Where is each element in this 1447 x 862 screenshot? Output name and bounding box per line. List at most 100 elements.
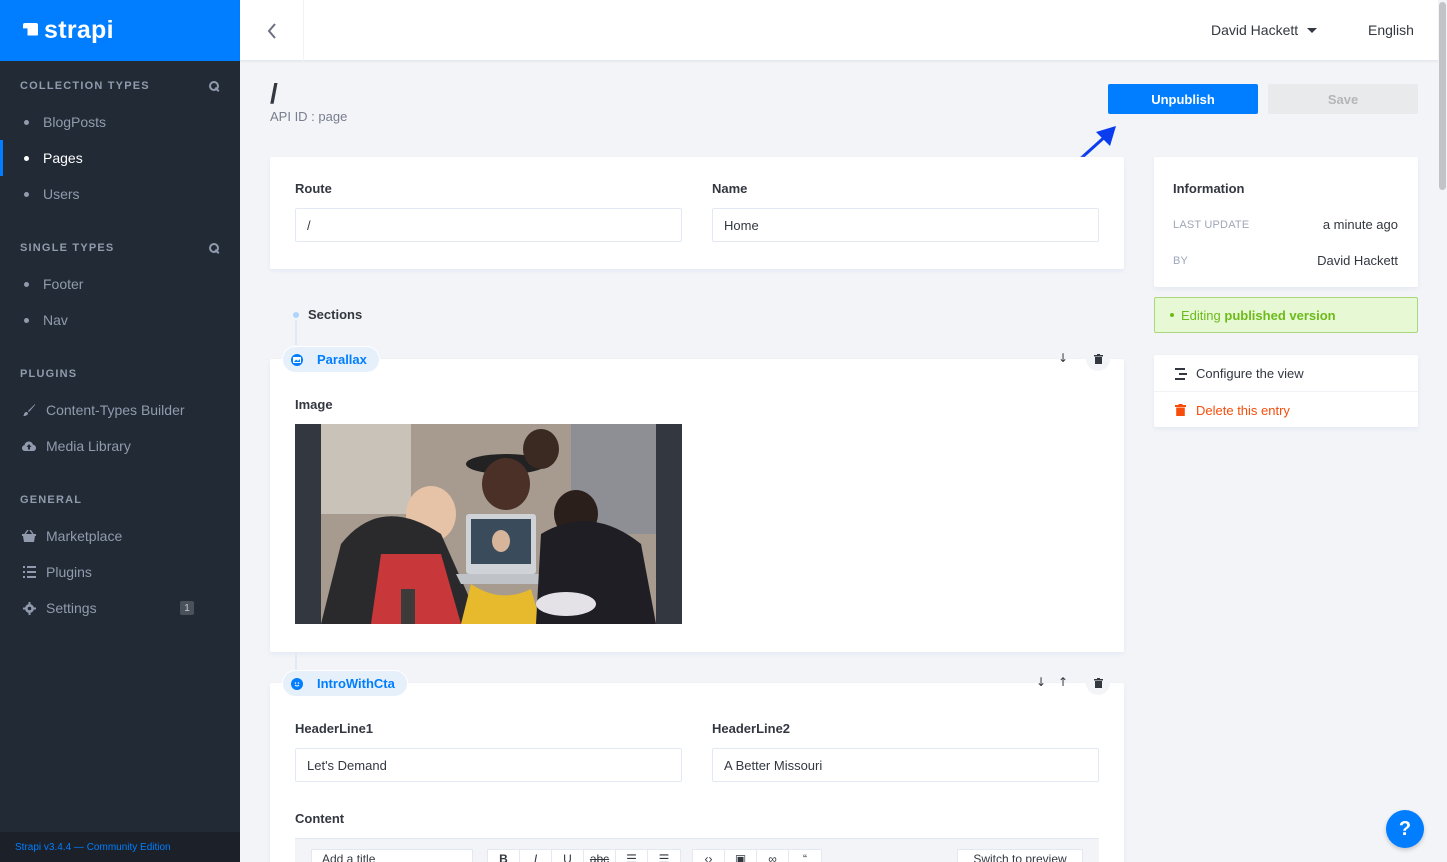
image-preview[interactable] [295, 424, 682, 624]
by-row: BY David Hackett [1173, 253, 1398, 268]
header-line2-label: HeaderLine2 [712, 721, 791, 736]
paintbrush-icon [22, 403, 36, 417]
unpublish-button[interactable]: Unpublish [1108, 84, 1258, 114]
image-icon [291, 353, 303, 366]
last-update-key: LAST UPDATE [1173, 219, 1250, 231]
sidebar-item-plugins[interactable]: Plugins [0, 554, 240, 590]
sections-dot [293, 312, 299, 318]
numbered-list-icon: ☰ [658, 852, 670, 862]
strapi-logo-icon [20, 21, 40, 41]
bold-button[interactable]: B [488, 850, 520, 862]
sidebar-item-settings[interactable]: Settings 1 [0, 590, 240, 626]
sidebar-item-label: Footer [43, 276, 84, 292]
image-button[interactable]: ▣ [725, 850, 757, 862]
sidebar-item-users[interactable]: Users [0, 176, 240, 212]
sidebar-item-nav[interactable]: Nav [0, 302, 240, 338]
heading-select[interactable]: Add a title [311, 849, 473, 862]
name-input[interactable]: Home [712, 208, 1099, 242]
move-down-icon[interactable]: ↓ [1036, 675, 1046, 689]
link-icon: ∞ [768, 852, 777, 862]
code-button[interactable]: ‹› [693, 850, 725, 862]
configure-view-link[interactable]: Configure the view [1154, 356, 1418, 392]
image-label: Image [295, 397, 333, 412]
general-heading: GENERAL [0, 493, 240, 507]
delete-entry-label: Delete this entry [1196, 402, 1290, 418]
status-badge: Editing published version [1154, 297, 1418, 333]
intro-component-toggle[interactable]: IntroWithCta [282, 670, 408, 697]
timeline-line [295, 320, 297, 345]
collection-types-heading: COLLECTION TYPES [0, 79, 240, 93]
collection-types-title: COLLECTION TYPES [20, 80, 150, 92]
component-name: IntroWithCta [317, 676, 395, 691]
scrollbar-track[interactable] [1438, 0, 1447, 862]
sidebar-item-media-library[interactable]: Media Library [0, 428, 240, 464]
parallax-component-toggle[interactable]: Parallax [282, 346, 380, 373]
quote-button[interactable]: “ [789, 850, 821, 862]
bullet-icon [24, 191, 29, 197]
header-line2-input[interactable]: A Better Missouri [712, 748, 1099, 782]
sidebar: strapi COLLECTION TYPES BlogPosts Pages … [0, 0, 240, 862]
sidebar-item-label: Content-Types Builder [46, 402, 185, 418]
bullet-icon [24, 119, 29, 125]
route-input[interactable]: / [295, 208, 682, 242]
insert-group: ‹› ▣ ∞ “ [692, 849, 822, 862]
search-icon[interactable] [209, 80, 220, 92]
search-icon[interactable] [209, 242, 220, 254]
shopping-basket-icon [22, 529, 36, 543]
move-down-icon[interactable]: ↓ [1058, 351, 1068, 365]
strikethrough-button[interactable]: abc [584, 850, 616, 862]
by-value: David Hackett [1317, 253, 1398, 268]
underline-button[interactable]: U [552, 850, 584, 862]
trash-icon [1093, 678, 1103, 688]
save-button[interactable]: Save [1268, 84, 1418, 114]
information-title: Information [1173, 181, 1245, 196]
help-button[interactable]: ? [1386, 810, 1424, 848]
gear-icon [22, 601, 36, 615]
plugins-heading: PLUGINS [0, 367, 240, 381]
last-update-row: LAST UPDATE a minute ago [1173, 217, 1398, 232]
back-button[interactable] [240, 0, 304, 61]
route-label: Route [295, 181, 332, 196]
sidebar-item-pages[interactable]: Pages [0, 140, 240, 176]
trash-icon [1175, 404, 1186, 416]
switch-to-preview-button[interactable]: Switch to preview [957, 849, 1083, 862]
settings-badge: 1 [180, 601, 194, 615]
language-selector[interactable]: English [1368, 22, 1414, 38]
image-icon: ▣ [734, 852, 747, 862]
chevron-left-icon [267, 22, 276, 39]
bullet-icon [24, 317, 29, 323]
move-up-icon[interactable]: ↑ [1058, 675, 1068, 689]
delete-component-button[interactable] [1086, 347, 1110, 371]
status-prefix: Editing [1181, 307, 1225, 323]
user-name: David Hackett [1211, 22, 1299, 38]
bullet-icon [24, 281, 29, 287]
sections-title: Sections [308, 307, 363, 322]
user-menu[interactable]: David Hackett [1211, 22, 1318, 38]
trash-icon [1093, 354, 1103, 364]
delete-entry-link[interactable]: Delete this entry [1154, 392, 1418, 428]
numbered-list-button[interactable]: ☰ [648, 850, 680, 862]
sidebar-item-label: Nav [43, 312, 68, 328]
sidebar-item-label: Users [43, 186, 80, 202]
header-line1-input[interactable]: Let's Demand [295, 748, 682, 782]
sidebar-item-label: BlogPosts [43, 114, 107, 130]
link-button[interactable]: ∞ [757, 850, 789, 862]
sidebar-item-blogposts[interactable]: BlogPosts [0, 104, 240, 140]
bullet-icon [24, 155, 29, 161]
sidebar-item-content-types-builder[interactable]: Content-Types Builder [0, 392, 240, 428]
sidebar-item-label: Plugins [46, 564, 92, 580]
code-icon: ‹› [704, 852, 713, 862]
bullet-list-button[interactable]: ☰ [616, 850, 648, 862]
content-label: Content [295, 811, 345, 826]
delete-component-button[interactable] [1086, 671, 1110, 695]
sidebar-item-marketplace[interactable]: Marketplace [0, 518, 240, 554]
sidebar-item-label: Pages [43, 150, 83, 166]
single-types-heading: SINGLE TYPES [0, 241, 240, 255]
italic-button[interactable]: I [520, 850, 552, 862]
scrollbar-thumb[interactable] [1439, 2, 1446, 190]
sidebar-item-footer[interactable]: Footer [0, 266, 240, 302]
version-footer[interactable]: Strapi v3.4.4 — Community Edition [0, 832, 240, 862]
bullet-list-icon: ☰ [626, 852, 637, 862]
brand-logo[interactable]: strapi [0, 0, 240, 61]
single-types-title: SINGLE TYPES [20, 242, 115, 254]
